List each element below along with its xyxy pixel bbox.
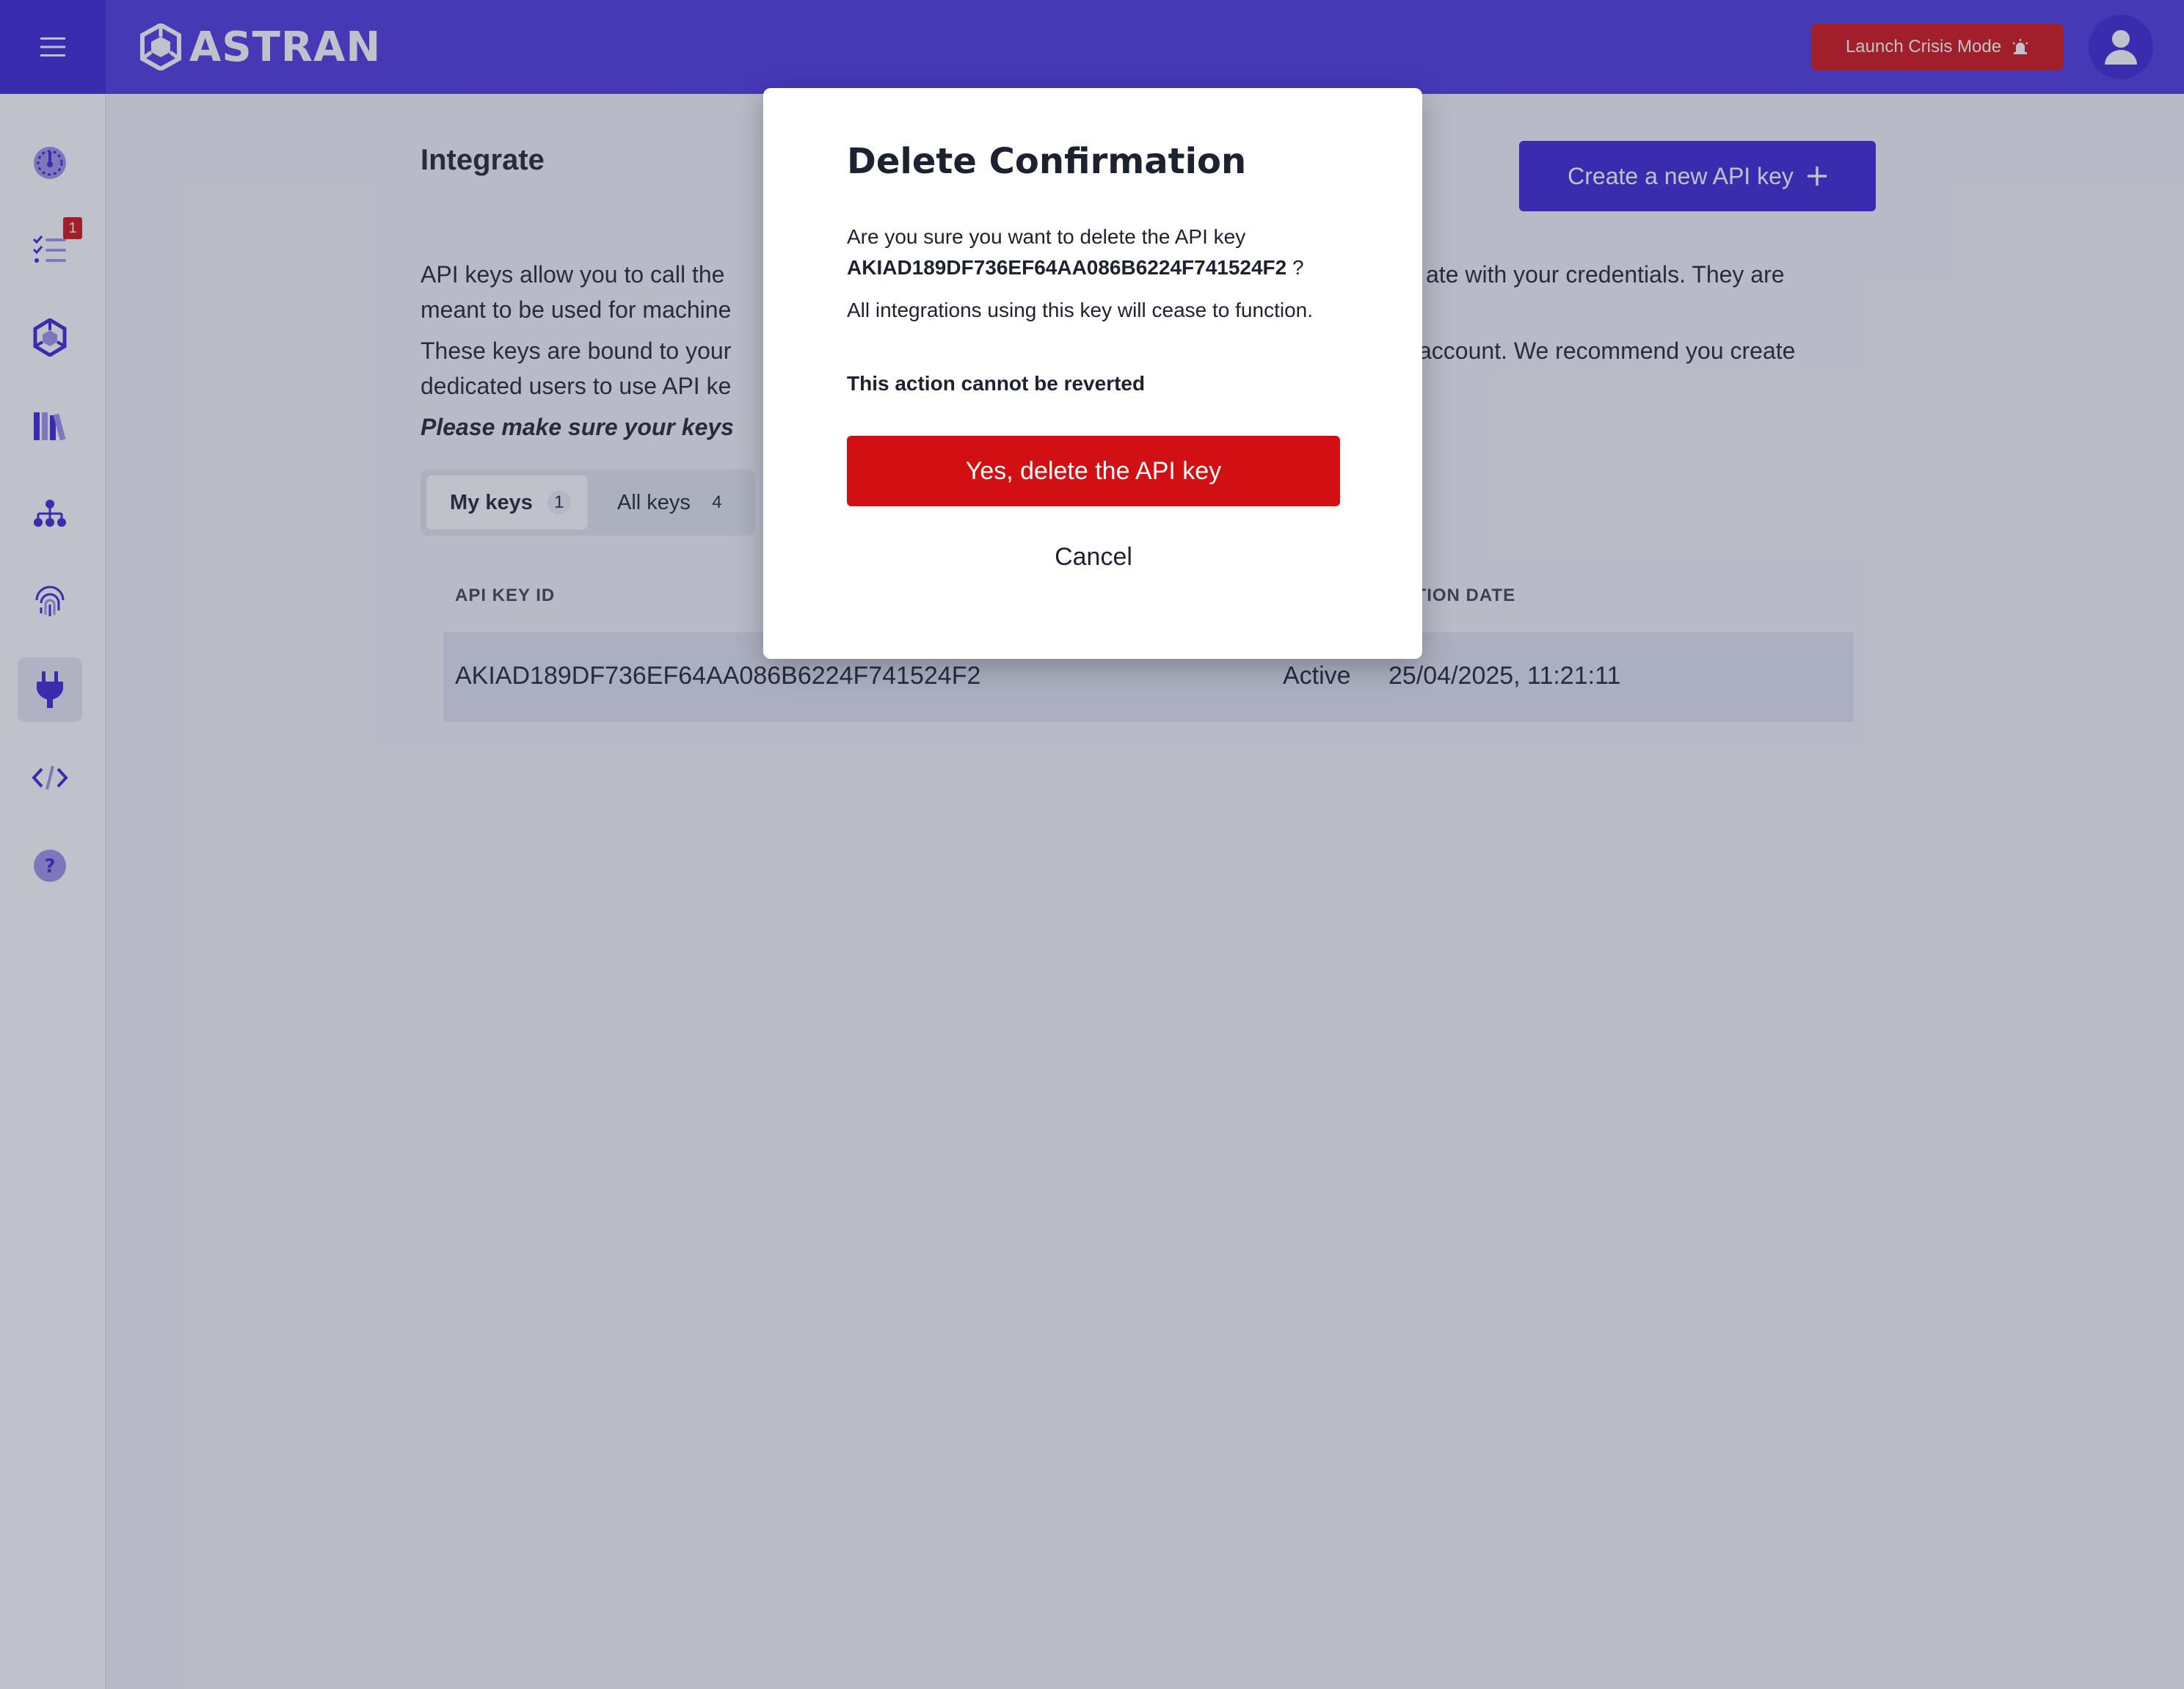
dialog-question-mark: ? [1292,256,1304,279]
dialog-integrations-note: All integrations using this key will cea… [847,299,1313,321]
dialog-key-id: AKIAD189DF736EF64AA086B6224F741524F2 [847,256,1287,279]
delete-confirmation-dialog: Delete Confirmation Are you sure you wan… [763,88,1422,659]
cancel-button[interactable]: Cancel [847,531,1340,583]
confirm-delete-button[interactable]: Yes, delete the API key [847,436,1340,506]
dialog-question-text: Are you sure you want to delete the API … [847,225,1246,248]
dialog-question: Are you sure you want to delete the API … [847,222,1361,283]
dialog-title: Delete Confirmation [847,141,1247,182]
dialog-irreversible-note: This action cannot be reverted [847,372,1146,395]
